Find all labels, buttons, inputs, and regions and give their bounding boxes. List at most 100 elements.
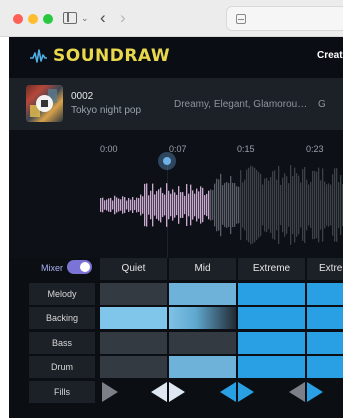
waveform-bar bbox=[262, 184, 264, 226]
waveform-bar bbox=[340, 175, 342, 235]
waveform-bar bbox=[320, 180, 322, 230]
waveform-bar bbox=[180, 192, 182, 218]
waveform-bar bbox=[150, 190, 152, 220]
waveform-bar bbox=[160, 187, 162, 223]
waveform-bar bbox=[254, 167, 256, 243]
row-label-melody: Melody bbox=[29, 283, 95, 305]
mixer-cell[interactable] bbox=[238, 283, 305, 305]
column-header-extreme: Extreme bbox=[238, 258, 305, 280]
waveform-bar bbox=[126, 200, 128, 210]
album-cover[interactable] bbox=[26, 85, 63, 122]
mixer-cell[interactable] bbox=[307, 307, 343, 329]
waveform-bar bbox=[286, 176, 288, 234]
close-window-button[interactable] bbox=[13, 14, 23, 24]
waveform-bar bbox=[206, 193, 208, 217]
sidebar-icon[interactable] bbox=[63, 12, 77, 24]
fill-right-icon[interactable] bbox=[169, 382, 185, 402]
track-row[interactable]: 0002 Tokyo night pop Dreamy, Elegant, Gl… bbox=[9, 78, 343, 130]
waveform-bar bbox=[234, 183, 236, 227]
create-nav-link[interactable]: Create bbox=[317, 50, 343, 61]
waveform-bar bbox=[120, 199, 122, 211]
mixer-cell[interactable] bbox=[307, 283, 343, 305]
waveform-bar bbox=[156, 191, 158, 219]
waveform-bar bbox=[272, 171, 274, 239]
mixer-cell[interactable] bbox=[169, 356, 236, 378]
waveform-bar bbox=[288, 183, 290, 227]
fill-left-icon[interactable] bbox=[289, 382, 305, 402]
waveform-bar bbox=[142, 196, 144, 214]
waveform-bar bbox=[264, 178, 266, 232]
forward-icon[interactable]: › bbox=[120, 8, 126, 28]
timeline[interactable]: 0:00 0:07 0:15 0:23 bbox=[9, 130, 343, 258]
waveform-bar bbox=[214, 183, 216, 227]
waveform-bar bbox=[324, 181, 326, 229]
mixer-toggle[interactable] bbox=[67, 260, 92, 274]
waveform-bar bbox=[128, 198, 130, 212]
row-label-drum: Drum bbox=[29, 356, 95, 378]
waveform-bar bbox=[238, 186, 240, 224]
mixer-cell[interactable] bbox=[100, 283, 167, 305]
top-navigation: SOUNDRAW Create bbox=[9, 37, 343, 77]
row-label-fills: Fills bbox=[29, 381, 95, 403]
mixer-cell[interactable] bbox=[238, 307, 305, 329]
waveform-bar bbox=[244, 179, 246, 231]
mixer-cell[interactable] bbox=[169, 307, 236, 329]
waveform-bar bbox=[112, 200, 114, 210]
waveform-bar bbox=[168, 190, 170, 220]
waveform-bar bbox=[194, 193, 196, 217]
fill-right-icon[interactable] bbox=[102, 382, 118, 402]
mixer-cell[interactable] bbox=[307, 332, 343, 354]
waveform-bar bbox=[200, 186, 202, 224]
waveform-bar bbox=[332, 174, 334, 236]
mixer-cell[interactable] bbox=[100, 332, 167, 354]
mixer-cell[interactable] bbox=[100, 356, 167, 378]
column-header-extreme-2: Extreme bbox=[307, 258, 343, 280]
browser-toolbar: ⌄ ‹ › bbox=[0, 0, 343, 37]
waveform-bar bbox=[326, 184, 328, 226]
back-icon[interactable]: ‹ bbox=[100, 8, 106, 28]
waveform-bar bbox=[330, 184, 332, 226]
waveform-bar bbox=[174, 192, 176, 218]
waveform-bar bbox=[182, 192, 184, 218]
mixer-cell[interactable] bbox=[169, 332, 236, 354]
maximize-window-button[interactable] bbox=[43, 14, 53, 24]
stop-icon[interactable] bbox=[36, 95, 53, 112]
time-label: 0:23 bbox=[306, 144, 324, 154]
mixer-cell[interactable] bbox=[307, 356, 343, 378]
waveform-bar bbox=[224, 183, 226, 227]
waveform-bar bbox=[170, 193, 172, 217]
waveform-bar bbox=[282, 177, 284, 233]
mixer-cell[interactable] bbox=[169, 283, 236, 305]
waveform-bar bbox=[104, 200, 106, 210]
waveform-bar bbox=[226, 182, 228, 228]
fill-left-icon[interactable] bbox=[151, 382, 167, 402]
waveform[interactable] bbox=[9, 165, 343, 245]
waveform-bar bbox=[178, 186, 180, 224]
mixer-cell[interactable] bbox=[238, 356, 305, 378]
waveform-bar bbox=[248, 167, 250, 243]
mixer-cell[interactable] bbox=[238, 332, 305, 354]
waveform-bar bbox=[140, 194, 142, 216]
minimize-window-button[interactable] bbox=[28, 14, 38, 24]
playhead-handle[interactable] bbox=[158, 152, 176, 170]
mixer-cell[interactable] bbox=[100, 307, 167, 329]
waveform-bar bbox=[130, 199, 132, 211]
time-label: 0:00 bbox=[100, 144, 118, 154]
waveform-bar bbox=[186, 184, 188, 226]
waveform-bar bbox=[136, 197, 138, 213]
waveform-bar bbox=[316, 171, 318, 239]
chevron-down-icon[interactable]: ⌄ bbox=[81, 13, 89, 24]
fill-right-icon[interactable] bbox=[307, 382, 323, 402]
waveform-bar bbox=[202, 187, 204, 223]
waveform-bar bbox=[114, 195, 116, 215]
fill-right-icon[interactable] bbox=[238, 382, 254, 402]
waveform-bar bbox=[256, 170, 258, 240]
brand-name[interactable]: SOUNDRAW bbox=[53, 46, 170, 66]
fill-left-icon[interactable] bbox=[220, 382, 236, 402]
track-name: Tokyo night pop bbox=[71, 105, 142, 116]
waveform-bar bbox=[268, 180, 270, 230]
waveform-bar bbox=[124, 197, 126, 213]
waveform-bar bbox=[118, 198, 120, 212]
waveform-bar bbox=[296, 173, 298, 237]
address-bar[interactable] bbox=[226, 6, 343, 31]
